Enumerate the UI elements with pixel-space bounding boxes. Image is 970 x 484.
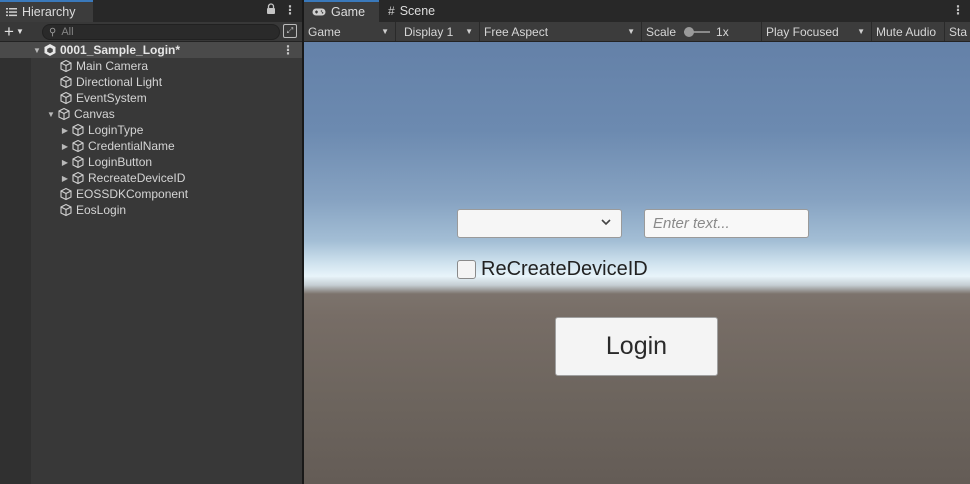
collapse-arrow-icon[interactable]: ▶ <box>59 126 71 135</box>
scene-more-icon[interactable]: ⋮ <box>282 43 294 57</box>
chevron-down-icon: ▼ <box>857 27 865 36</box>
search-options-icon[interactable]: ⤢ <box>283 24 297 38</box>
scale-label: Scale <box>646 24 677 39</box>
search-icon: ⚲ <box>49 26 57 38</box>
gameobject-cube-icon <box>60 91 72 105</box>
chevron-down-icon: ▼ <box>381 27 389 36</box>
chevron-down-icon: ▼ <box>465 27 473 36</box>
aspect-label: Free Aspect <box>484 24 549 39</box>
gameobject-cube-icon <box>60 187 72 201</box>
hierarchy-item-label: EosLogin <box>76 203 127 217</box>
recreate-device-id-checkbox[interactable] <box>457 260 476 279</box>
scale-control[interactable]: Scale 1x <box>642 22 762 41</box>
scale-slider[interactable] <box>684 26 711 37</box>
hierarchy-item-canvas[interactable]: ▼ Canvas <box>0 106 302 122</box>
hierarchy-item-eossdkcomponent[interactable]: EOSSDKComponent <box>0 186 302 202</box>
tab-game-label: Game <box>331 5 366 19</box>
list-icon <box>6 8 17 17</box>
login-button[interactable]: Login <box>555 317 718 376</box>
display-label: Display 1 <box>404 24 454 39</box>
expand-arrow-icon[interactable]: ▼ <box>45 110 57 119</box>
search-input[interactable] <box>61 26 262 38</box>
credential-name-input[interactable] <box>644 209 809 238</box>
hierarchy-item-logintype[interactable]: ▶ LoginType <box>0 122 302 138</box>
chevron-down-icon: ▼ <box>15 26 24 36</box>
hierarchy-item-label: EventSystem <box>76 91 147 105</box>
gameobject-cube-icon <box>58 107 70 121</box>
expand-arrow-icon[interactable]: ▼ <box>31 46 43 55</box>
hierarchy-item-label: LoginButton <box>88 155 153 169</box>
gameobject-cube-icon <box>60 203 72 217</box>
tab-scene-label: Scene <box>399 4 436 18</box>
game-tab-bar: Game # Scene ⋮ <box>304 0 970 22</box>
scale-slider-handle[interactable] <box>684 26 695 37</box>
add-object-button[interactable]: + ▼ <box>4 23 32 40</box>
hierarchy-tab-bar: Hierarchy ⋮ <box>0 0 302 22</box>
stats-toggle[interactable]: Sta <box>945 22 970 41</box>
more-vert-icon[interactable]: ⋮ <box>284 3 296 17</box>
gameobject-cube-icon <box>72 139 84 153</box>
chevron-down-icon: ▼ <box>627 27 635 36</box>
display-dropdown[interactable]: Display 1 ▼ <box>396 22 480 41</box>
hierarchy-item-main-camera[interactable]: Main Camera <box>0 58 302 74</box>
hierarchy-item-label: RecreateDeviceID <box>88 171 186 185</box>
hierarchy-panel: Hierarchy ⋮ + ▼ ⚲ ⤢ ▼ 0001_Samp <box>0 0 302 484</box>
grid-icon: # <box>388 4 395 18</box>
tab-game[interactable]: Game <box>304 0 379 22</box>
play-mode-label: Play Focused <box>766 24 839 39</box>
hierarchy-item-eventsystem[interactable]: EventSystem <box>0 90 302 106</box>
scale-value: 1x <box>716 24 729 39</box>
gameobject-cube-icon <box>72 171 84 185</box>
aspect-dropdown[interactable]: Free Aspect ▼ <box>480 22 642 41</box>
collapse-arrow-icon[interactable]: ▶ <box>59 158 71 167</box>
scene-name: 0001_Sample_Login* <box>60 43 181 57</box>
hierarchy-search[interactable]: ⚲ <box>42 24 280 40</box>
hierarchy-toolbar: + ▼ ⚲ ⤢ <box>0 22 302 42</box>
tab-hierarchy[interactable]: Hierarchy <box>0 0 93 22</box>
lock-icon[interactable] <box>266 3 276 15</box>
hierarchy-item-label: Main Camera <box>76 59 149 73</box>
game-viewport[interactable]: ReCreateDeviceID Login <box>304 42 970 484</box>
hierarchy-item-recreatedeviceid[interactable]: ▶ RecreateDeviceID <box>0 170 302 186</box>
play-mode-dropdown[interactable]: Play Focused ▼ <box>762 22 872 41</box>
hierarchy-item-label: LoginType <box>88 123 144 137</box>
game-panel: Game # Scene ⋮ Game ▼ Display 1 ▼ Free A… <box>304 0 970 484</box>
view-mode-label: Game <box>308 24 341 39</box>
view-mode-dropdown[interactable]: Game ▼ <box>304 22 396 41</box>
more-vert-icon[interactable]: ⋮ <box>952 3 964 17</box>
hierarchy-item-label: Canvas <box>74 107 115 121</box>
tab-hierarchy-label: Hierarchy <box>22 5 76 19</box>
stats-label: Sta <box>949 24 968 39</box>
hierarchy-item-loginbutton[interactable]: ▶ LoginButton <box>0 154 302 170</box>
hierarchy-item-directional-light[interactable]: Directional Light <box>0 74 302 90</box>
hierarchy-item-eoslogin[interactable]: EosLogin <box>0 202 302 218</box>
gameobject-cube-icon <box>72 155 84 169</box>
login-type-dropdown[interactable] <box>457 209 622 238</box>
hierarchy-item-credentialname[interactable]: ▶ CredentialName <box>0 138 302 154</box>
collapse-arrow-icon[interactable]: ▶ <box>59 142 71 151</box>
mute-audio-label: Mute Audio <box>876 24 937 39</box>
hierarchy-item-label: CredentialName <box>88 139 175 153</box>
gameobject-cube-icon <box>60 59 72 73</box>
plus-icon: + <box>4 21 14 41</box>
tab-scene[interactable]: # Scene <box>380 0 450 22</box>
mute-audio-toggle[interactable]: Mute Audio <box>872 22 945 41</box>
unity-scene-icon <box>44 44 56 56</box>
chevron-down-icon <box>601 219 611 226</box>
scene-row[interactable]: ▼ 0001_Sample_Login* ⋮ <box>0 42 302 58</box>
collapse-arrow-icon[interactable]: ▶ <box>59 174 71 183</box>
game-toolbar: Game ▼ Display 1 ▼ Free Aspect ▼ Scale 1… <box>304 22 970 42</box>
gameobject-cube-icon <box>72 123 84 137</box>
hierarchy-item-label: Directional Light <box>76 75 163 89</box>
recreate-device-id-label: ReCreateDeviceID <box>481 258 648 280</box>
gamepad-icon <box>312 8 326 16</box>
hierarchy-item-label: EOSSDKComponent <box>76 187 189 201</box>
gameobject-cube-icon <box>60 75 72 89</box>
